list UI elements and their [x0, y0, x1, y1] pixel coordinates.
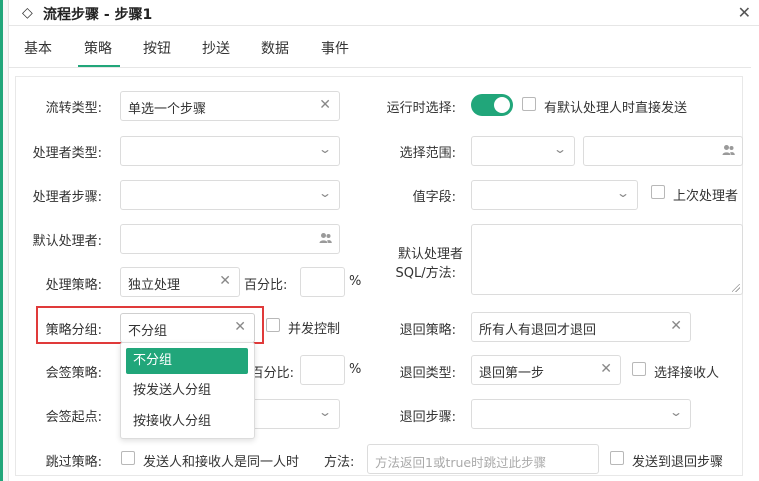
select-receiver-checkbox[interactable] — [632, 362, 646, 376]
return-type-label: 退回类型: — [399, 366, 456, 381]
tab-events[interactable]: 事件 — [321, 38, 349, 58]
value-field-select[interactable]: ⌄ — [471, 180, 638, 210]
handler-step-select[interactable]: ⌄ — [120, 180, 340, 210]
dropdown-option[interactable]: 不分组 — [126, 348, 248, 374]
send-direct-checkbox[interactable] — [522, 97, 536, 111]
tab-basic[interactable]: 基本 — [24, 38, 52, 58]
default-handler-picker[interactable] — [120, 224, 340, 254]
users-icon[interactable] — [319, 232, 332, 244]
return-step-label: 退回步骤: — [399, 410, 456, 425]
method-input[interactable]: 方法返回1或true时跳过此步骤 — [367, 444, 599, 474]
dropdown-option[interactable]: 按接收人分组 — [126, 409, 248, 435]
handle-strategy-label: 处理策略: — [45, 278, 102, 293]
tab-cc[interactable]: 抄送 — [202, 38, 230, 58]
send-to-return-step-checkbox[interactable] — [610, 451, 624, 465]
countersign-start-label: 会签起点: — [45, 410, 102, 425]
percent-input[interactable] — [300, 267, 345, 297]
send-to-return-step-label: 发送到退回步骤 — [632, 455, 724, 470]
flow-type-value: 单选一个步骤 — [128, 102, 207, 117]
skip-strategy-label: 跳过策略: — [45, 455, 102, 470]
return-strategy-label: 退回策略: — [399, 323, 456, 338]
last-handler-label: 上次处理者 — [673, 189, 739, 204]
diamond-icon: ◇ — [22, 5, 33, 21]
tab-strategy[interactable]: 策略 — [84, 38, 112, 58]
handler-step-label: 处理者步骤: — [32, 190, 102, 205]
chevron-down-icon: ⌄ — [615, 186, 631, 200]
select-range-picker[interactable] — [583, 136, 743, 166]
tab-buttons[interactable]: 按钮 — [143, 38, 171, 58]
chevron-down-icon: ⌄ — [317, 405, 333, 419]
send-direct-label: 有默认处理人时直接发送 — [544, 101, 688, 116]
strategy-group-label: 策略分组: — [45, 323, 102, 338]
close-icon[interactable]: ✕ — [738, 3, 751, 22]
clear-icon[interactable]: ✕ — [234, 319, 246, 335]
method-label: 方法: — [324, 455, 355, 470]
window-title: 流程步骤 - 步骤1 — [43, 7, 153, 23]
percent-label: 百分比: — [244, 278, 288, 293]
percent-unit: % — [349, 274, 362, 289]
chevron-down-icon: ⌄ — [317, 142, 333, 156]
last-handler-checkbox[interactable] — [651, 185, 665, 199]
tab-bar: 基本 策略 按钮 抄送 数据 事件 — [9, 26, 751, 68]
method-placeholder: 方法返回1或true时跳过此步骤 — [375, 455, 547, 470]
countersign-strategy-label: 会签策略: — [45, 366, 102, 381]
skip-same-person-label: 发送人和接收人是同一人时 — [143, 455, 300, 470]
left-edge-bar — [0, 0, 27, 481]
strategy-group-select[interactable]: 不分组 ✕ — [120, 313, 255, 343]
default-handler-label: 默认处理者: — [32, 234, 102, 249]
clear-icon[interactable]: ✕ — [219, 273, 231, 289]
return-strategy-select[interactable]: 所有人有退回才退回 ✕ — [471, 312, 691, 342]
return-step-select[interactable]: ⌄ — [471, 399, 691, 429]
handle-strategy-value: 独立处理 — [128, 278, 181, 293]
users-icon[interactable] — [722, 144, 735, 156]
left-accent-strip — [0, 0, 3, 481]
value-field-label: 值字段: — [412, 190, 456, 205]
active-tab-indicator — [78, 65, 120, 67]
strategy-group-value: 不分组 — [128, 324, 168, 339]
chevron-down-icon: ⌄ — [552, 142, 568, 156]
strategy-group-dropdown: 不分组 按发送人分组 按接收人分组 — [120, 342, 255, 439]
percent2-input[interactable] — [300, 355, 345, 385]
select-range-select[interactable]: ⌄ — [471, 136, 575, 166]
handler-type-label: 处理者类型: — [32, 146, 102, 161]
concurrent-control-label: 并发控制 — [288, 322, 341, 337]
select-range-label: 选择范围: — [399, 146, 456, 161]
concurrent-control-checkbox[interactable] — [266, 318, 280, 332]
window-titlebar: ◇ 流程步骤 - 步骤1 ✕ — [9, 0, 759, 26]
handler-type-select[interactable]: ⌄ — [120, 136, 340, 166]
default-handler-sql-label-line2: SQL/方法: — [395, 266, 457, 281]
toggle-knob — [494, 97, 510, 113]
runtime-select-toggle[interactable] — [471, 94, 513, 116]
tab-data[interactable]: 数据 — [261, 38, 289, 58]
default-handler-sql-textarea[interactable] — [471, 224, 743, 295]
chevron-down-icon: ⌄ — [317, 186, 333, 200]
resize-grip-icon[interactable] — [732, 284, 740, 292]
runtime-select-label: 运行时选择: — [386, 101, 456, 116]
return-type-value: 退回第一步 — [479, 366, 545, 381]
handle-strategy-select[interactable]: 独立处理 ✕ — [120, 267, 240, 297]
return-strategy-value: 所有人有退回才退回 — [479, 323, 597, 338]
percent2-unit: % — [349, 362, 362, 377]
skip-same-person-checkbox[interactable] — [121, 451, 135, 465]
clear-icon[interactable]: ✕ — [319, 97, 331, 113]
chevron-down-icon: ⌄ — [668, 405, 684, 419]
default-handler-sql-label-line1: 默认处理者 — [397, 247, 463, 262]
return-type-select[interactable]: 退回第一步 ✕ — [471, 355, 621, 385]
flow-type-select[interactable]: 单选一个步骤 ✕ — [120, 91, 340, 121]
clear-icon[interactable]: ✕ — [670, 318, 682, 334]
clear-icon[interactable]: ✕ — [600, 361, 612, 377]
select-receiver-label: 选择接收人 — [654, 366, 720, 381]
dropdown-option[interactable]: 按发送人分组 — [126, 378, 248, 404]
flow-type-label: 流转类型: — [45, 101, 102, 116]
